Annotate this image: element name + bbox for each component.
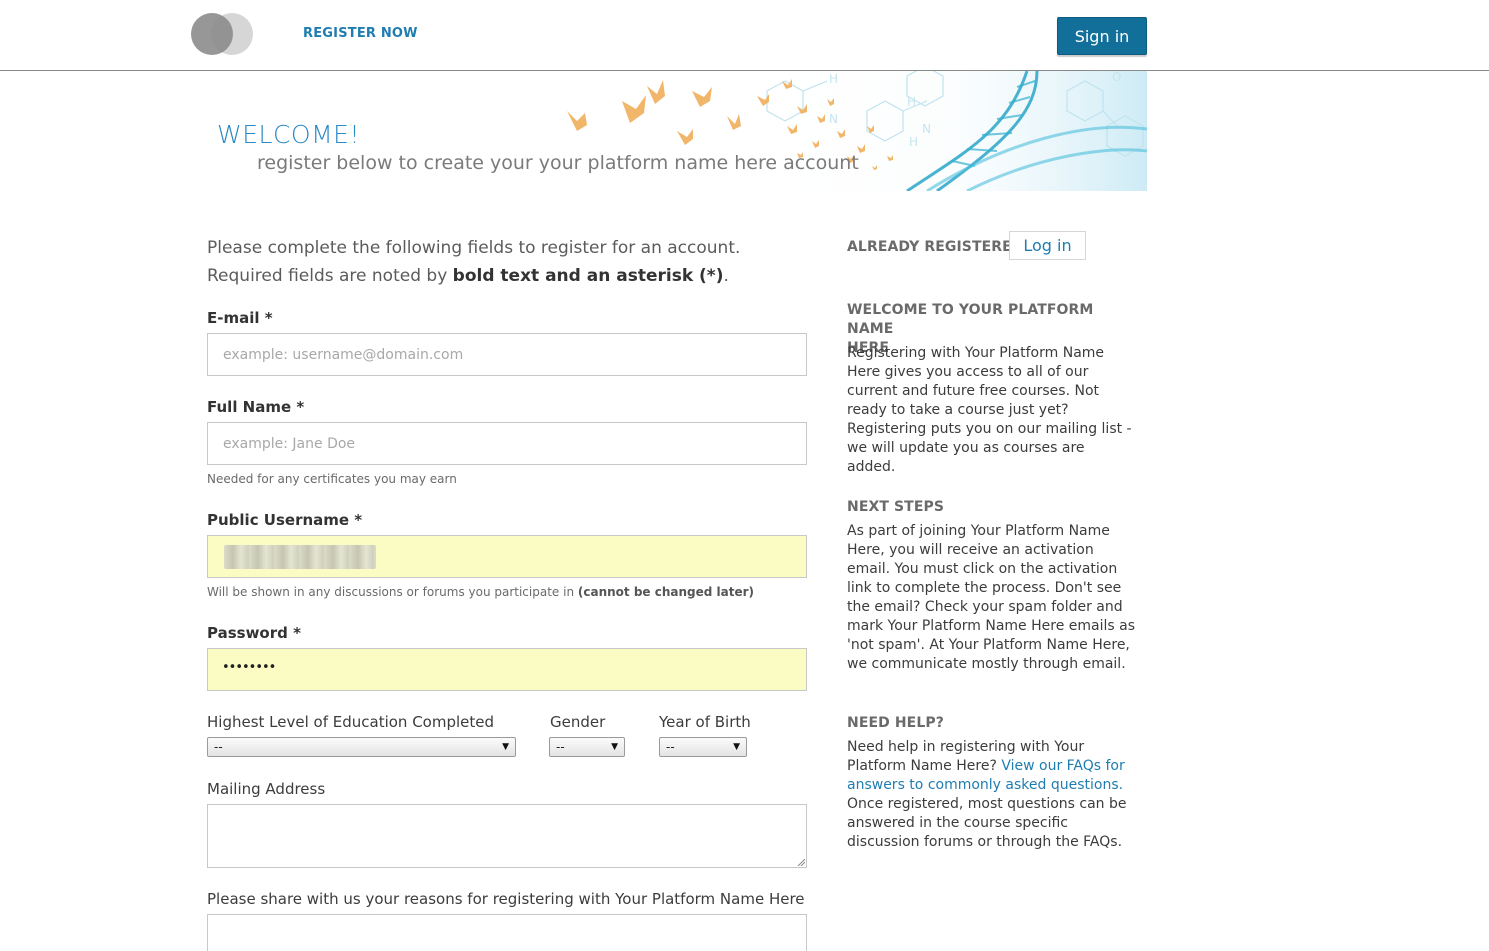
education-label: Highest Level of Education Completed: [207, 713, 495, 731]
log-in-button[interactable]: Log in: [1009, 231, 1086, 260]
svg-text:N: N: [922, 122, 931, 136]
need-help-heading: NEED HELP?: [847, 715, 944, 731]
welcome-title: WELCOME!: [217, 120, 360, 149]
reasons-label: Please share with us your reasons for re…: [207, 890, 805, 908]
chevron-down-icon: ▼: [502, 742, 509, 752]
svg-text:N: N: [829, 112, 838, 126]
mailing-address-label: Mailing Address: [207, 780, 326, 798]
year-of-birth-selected: --: [666, 740, 675, 754]
email-field[interactable]: [207, 333, 807, 376]
username-redacted-value: [224, 545, 376, 569]
form-intro: Please complete the following fields to …: [207, 234, 740, 290]
welcome-platform-text: Registering with Your Platform Name Here…: [847, 345, 1132, 475]
username-label: Public Username *: [207, 511, 363, 529]
next-steps-text: As part of joining Your Platform Name He…: [847, 523, 1135, 672]
register-now-link[interactable]: REGISTER NOW: [303, 26, 418, 41]
year-of-birth-select[interactable]: -- ▼: [659, 737, 747, 757]
education-selected: --: [214, 740, 223, 754]
svg-text:H: H: [907, 95, 916, 109]
logo-circle-dark: [191, 13, 233, 55]
resize-grip-icon[interactable]: [797, 858, 805, 866]
svg-text:H: H: [829, 72, 838, 86]
gender-select[interactable]: -- ▼: [549, 737, 625, 757]
site-header: REGISTER NOW Sign in: [0, 0, 1489, 71]
next-steps-heading: NEXT STEPS: [847, 499, 945, 515]
already-registered-heading: ALREADY REGISTERED?: [847, 239, 1032, 255]
year-of-birth-label: Year of Birth: [659, 713, 751, 731]
need-help-text: Need help in registering with Your Platf…: [847, 739, 1127, 850]
sign-in-button[interactable]: Sign in: [1057, 17, 1147, 55]
mailing-address-field[interactable]: [207, 804, 807, 868]
full-name-field[interactable]: [207, 422, 807, 465]
welcome-subtitle: register below to create your your platf…: [257, 152, 859, 174]
site-logo[interactable]: [191, 13, 255, 55]
gender-selected: --: [556, 740, 565, 754]
intro-line-2: Required fields are noted by bold text a…: [207, 266, 729, 286]
svg-text:O: O: [1112, 71, 1121, 84]
full-name-label: Full Name *: [207, 398, 305, 416]
reasons-field[interactable]: [207, 914, 807, 951]
password-label: Password *: [207, 624, 301, 642]
full-name-hint: Needed for any certificates you may earn: [207, 472, 457, 486]
intro-line-1: Please complete the following fields to …: [207, 238, 741, 258]
password-field[interactable]: [207, 648, 807, 691]
svg-text:H: H: [909, 135, 918, 149]
chevron-down-icon: ▼: [611, 742, 618, 752]
chevron-down-icon: ▼: [733, 742, 740, 752]
gender-label: Gender: [550, 713, 606, 731]
username-hint: Will be shown in any discussions or foru…: [207, 585, 755, 599]
password-value: ••••••••: [222, 660, 276, 675]
education-select[interactable]: -- ▼: [207, 737, 516, 757]
email-label: E-mail *: [207, 309, 273, 327]
